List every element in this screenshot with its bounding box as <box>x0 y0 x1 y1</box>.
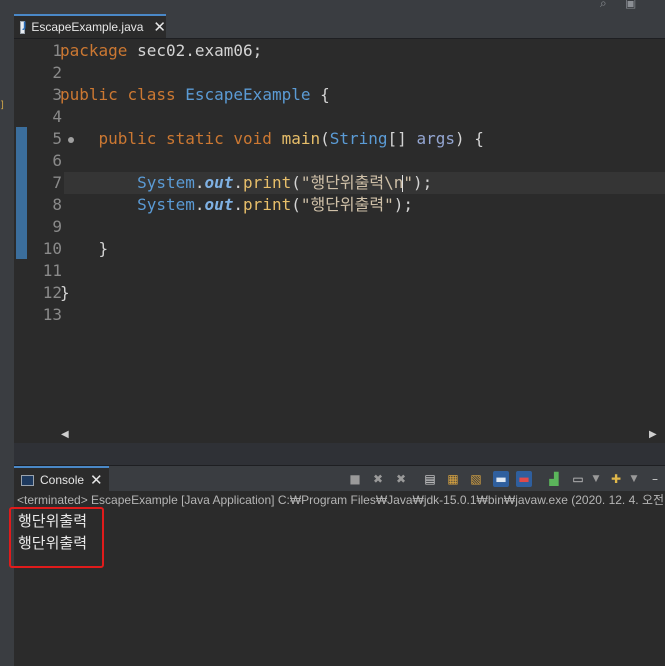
show-on-error-icon[interactable]: ▬ <box>516 471 532 487</box>
pin-console-icon[interactable]: ▟ <box>546 471 562 487</box>
type-name: String <box>329 129 388 148</box>
paren-semicolon: ); <box>413 173 433 192</box>
code-line-5: public static void main(String[] args) { <box>60 128 484 150</box>
param-name: args <box>416 129 455 148</box>
change-marker <box>16 127 27 259</box>
dot: . <box>194 195 205 214</box>
keyword: class <box>127 85 176 104</box>
class-name: EscapeExample <box>185 85 311 104</box>
chevron-down-icon[interactable]: ▼ <box>588 471 604 487</box>
type-name: System <box>137 173 195 192</box>
code-editor[interactable]: 1 2 3 4 5 6 7 8 9 10 11 12 13 package se… <box>14 39 665 443</box>
keyword: public <box>60 85 118 104</box>
display-console-icon[interactable]: ▭ <box>570 471 586 487</box>
minimize-icon[interactable]: – <box>647 471 663 487</box>
line-number-gutter: 1 2 3 4 5 6 7 8 9 10 11 12 13 <box>30 39 74 443</box>
paren: ( <box>291 173 301 192</box>
terminate-icon[interactable]: ■ <box>347 471 363 487</box>
window-top-strip: ⌕ ▣ <box>0 0 665 14</box>
editor-tab-bar: EscapeExample.java ✕ <box>14 14 665 39</box>
line-number: 11 <box>42 261 62 280</box>
method-name: print <box>243 173 292 192</box>
brace: { <box>310 85 330 104</box>
tab-escape-example-java[interactable]: EscapeExample.java ✕ <box>14 14 166 38</box>
line-number: 4 <box>52 107 62 126</box>
line-number: 9 <box>52 217 62 236</box>
line-number: 13 <box>42 305 62 324</box>
console-icon <box>21 474 34 486</box>
field-name: out <box>204 173 234 192</box>
scroll-left-icon[interactable]: ◀ <box>61 427 69 443</box>
scroll-right-icon[interactable]: ▶ <box>649 427 657 443</box>
editor-tab-label: EscapeExample.java <box>31 20 144 34</box>
console-output[interactable]: <terminated> EscapeExample [Java Applica… <box>14 491 665 666</box>
dot: . <box>194 173 205 192</box>
side-marker: ] <box>0 100 4 111</box>
console-tab-bar: Console ✕ ■ ✖ ✖ ▤ ▦ ▧ ▬ ▬ ▟ ▭ ▼ ✚ ▼ – <box>14 465 665 492</box>
terminated-status: <terminated> EscapeExample [Java Applica… <box>17 493 665 507</box>
field-name: out <box>204 195 234 214</box>
tab-console[interactable]: Console ✕ <box>14 466 109 492</box>
paren-semicolon: ); <box>393 195 413 214</box>
code-line-1: package sec02.exam06; <box>60 40 262 62</box>
quick-diff-ruler <box>14 39 30 443</box>
code-line-12: } <box>60 282 70 304</box>
remove-launch-icon[interactable]: ✖ <box>370 471 386 487</box>
dot: . <box>233 173 244 192</box>
paren: ( <box>291 195 301 214</box>
java-file-icon <box>20 20 27 34</box>
scroll-lock-icon[interactable]: ▦ <box>445 471 461 487</box>
horizontal-scrollbar[interactable]: ◀ ▶ <box>14 427 665 443</box>
code-line-3: public class EscapeExample { <box>60 84 330 106</box>
perspective-icon[interactable]: ▣ <box>625 0 636 10</box>
method-name: print <box>243 195 292 214</box>
code-line-7: System.out.print("행단위출력\n"); <box>60 172 432 194</box>
code-line-10: } <box>60 238 109 260</box>
string-literal-end: " <box>403 173 413 192</box>
console-tab-label: Console <box>40 473 85 487</box>
string-literal: "행단위출력\n <box>300 173 404 192</box>
brackets: [] <box>387 129 417 148</box>
paren: ( <box>320 129 330 148</box>
word-wrap-icon[interactable]: ▧ <box>468 471 484 487</box>
brace: } <box>98 239 109 258</box>
package-name: sec02.exam06; <box>127 41 263 60</box>
close-icon[interactable]: ✕ <box>153 19 166 35</box>
clear-console-icon[interactable]: ▤ <box>422 471 438 487</box>
dot: . <box>233 195 244 214</box>
close-icon[interactable]: ✕ <box>90 472 103 488</box>
new-console-icon[interactable]: ✚ <box>608 471 624 487</box>
remove-all-icon[interactable]: ✖ <box>393 471 409 487</box>
keyword: static <box>165 129 224 148</box>
keyword: void <box>233 129 272 148</box>
paren-brace: ) { <box>454 129 484 148</box>
keyword: public <box>98 129 157 148</box>
chevron-down-icon[interactable]: ▼ <box>626 471 642 487</box>
code-line-8: System.out.print("행단위출력"); <box>60 194 413 216</box>
line-number: 6 <box>52 151 62 170</box>
highlight-box <box>9 507 104 568</box>
string-literal: "행단위출력" <box>300 195 394 214</box>
search-icon[interactable]: ⌕ <box>600 0 607 11</box>
type-name: System <box>137 195 195 214</box>
show-on-output-icon[interactable]: ▬ <box>493 471 509 487</box>
method-name: main <box>281 129 321 148</box>
line-number: 2 <box>52 63 62 82</box>
brace: } <box>60 283 70 302</box>
keyword: package <box>60 41 128 60</box>
